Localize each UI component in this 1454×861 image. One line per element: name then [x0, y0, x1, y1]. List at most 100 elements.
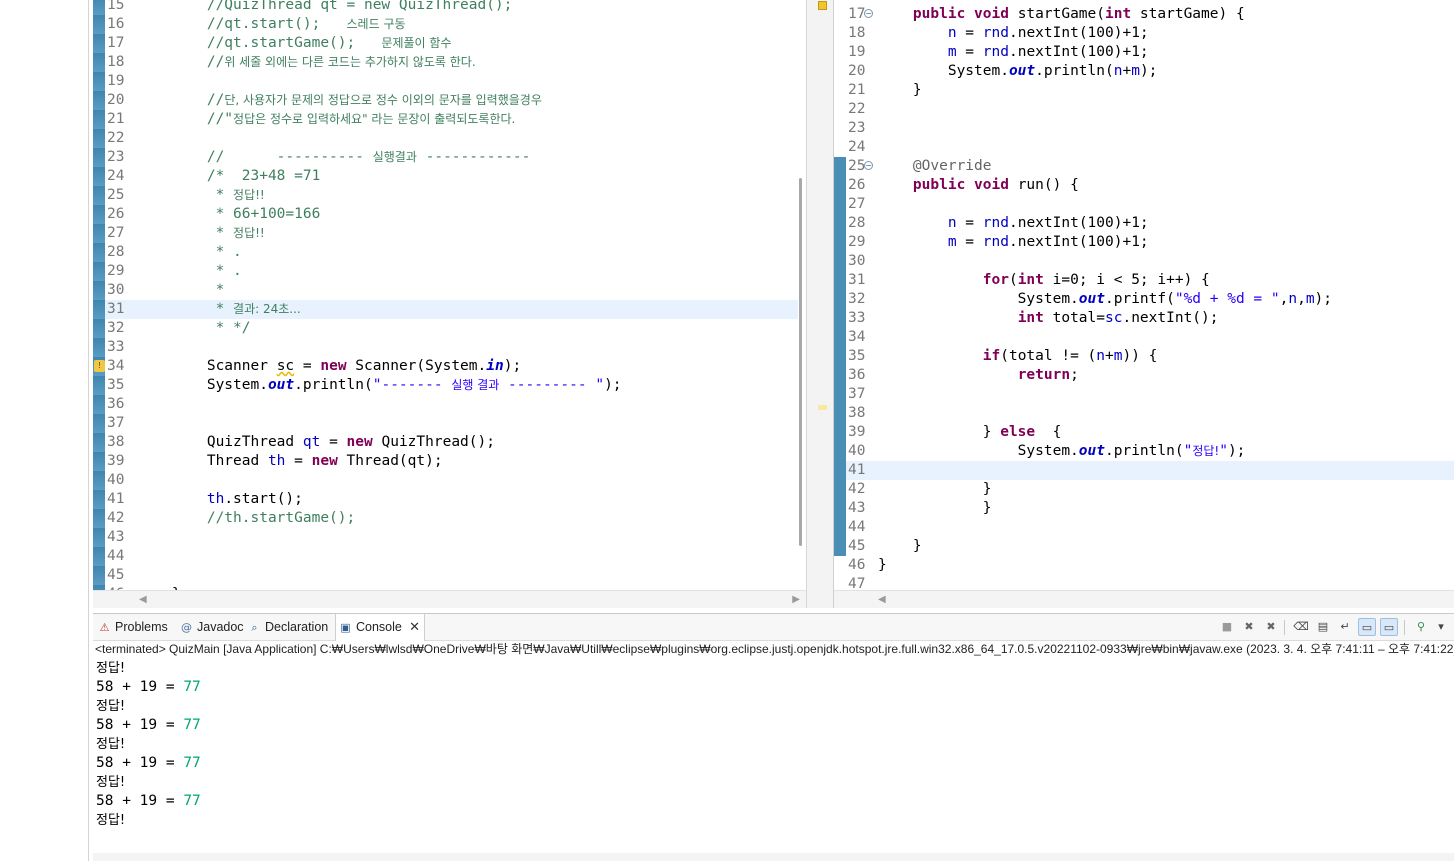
code-line[interactable]: 44 — [93, 547, 806, 566]
code-text[interactable]: } — [878, 537, 922, 556]
code-text[interactable]: //QuizThread qt = new QuizThread(); — [137, 0, 513, 15]
fold-collapse-icon[interactable]: − — [864, 9, 873, 18]
code-text[interactable]: * — [137, 281, 225, 300]
warning-icon[interactable]: ! — [94, 360, 105, 372]
editor-left-horizontal-scrollbar[interactable]: ◀ ▶ — [93, 590, 806, 608]
console-output[interactable]: 정답! 58 + 19 = 77 정답! 58 + 19 = 77 정답! 58 + 19… — [96, 659, 1446, 830]
code-line[interactable]: 42 } — [834, 480, 1454, 499]
editor-left-scroll-thumb[interactable] — [799, 178, 802, 546]
console-horizontal-scrollbar[interactable] — [93, 853, 1454, 861]
code-text[interactable]: * */ — [137, 319, 251, 338]
code-line[interactable]: 41 — [834, 461, 1454, 480]
code-line[interactable]: 38 QuizThread qt = new QuizThread(); — [93, 433, 806, 452]
code-text[interactable]: //단, 사용자가 문제의 정답으로 정수 이외의 문자를 입력했을경우 — [137, 91, 542, 110]
code-line[interactable]: 36 return; — [834, 366, 1454, 385]
scroll-lock-icon[interactable]: ▤ — [1314, 618, 1332, 636]
code-text[interactable]: return; — [878, 366, 1079, 385]
code-line[interactable]: 20 System.out.println(n+m); — [834, 62, 1454, 81]
code-text[interactable]: * 결과: 24초... — [137, 300, 301, 319]
code-line[interactable]: 46} — [834, 556, 1454, 575]
tab-console[interactable]: ▣ Console ✕ — [335, 614, 425, 641]
code-text[interactable]: n = rnd.nextInt(100)+1; — [878, 24, 1149, 43]
code-text[interactable]: * . — [137, 243, 242, 262]
terminate-icon[interactable]: ■ — [1218, 618, 1236, 636]
code-text[interactable]: System.out.println(n+m); — [878, 62, 1158, 81]
code-line[interactable]: 34 — [834, 328, 1454, 347]
code-text[interactable]: //th.startGame(); — [137, 509, 355, 528]
code-text[interactable]: public void run() { — [878, 176, 1079, 195]
tab-problems[interactable]: ⚠ Problems — [95, 614, 175, 641]
code-text[interactable]: System.out.printf("%d + %d = ",n,m); — [878, 290, 1332, 309]
code-text[interactable]: * 정답!! — [137, 186, 265, 205]
code-text[interactable]: //qt.start(); 스레드 구동 — [137, 15, 406, 34]
code-line[interactable]: 44 — [834, 518, 1454, 537]
warning-overview-marker[interactable] — [818, 1, 827, 10]
code-line[interactable]: 18 //위 세줄 외에는 다른 코드는 추가하지 않도록 한다. — [93, 53, 806, 72]
code-text[interactable]: } — [878, 81, 922, 100]
code-text[interactable]: n = rnd.nextInt(100)+1; — [878, 214, 1149, 233]
code-text[interactable]: } — [878, 480, 992, 499]
code-line[interactable]: 20 //단, 사용자가 문제의 정답으로 정수 이외의 문자를 입력했을경우 — [93, 91, 806, 110]
code-line[interactable]: 30 — [834, 252, 1454, 271]
word-wrap-icon[interactable]: ↵ — [1336, 618, 1354, 636]
code-line[interactable]: 25− @Override — [834, 157, 1454, 176]
code-line[interactable]: 24 — [834, 138, 1454, 157]
code-text[interactable]: } — [878, 556, 887, 575]
code-line[interactable]: 25 * 정답!! — [93, 186, 806, 205]
code-line[interactable]: 23 — [834, 119, 1454, 138]
scroll-left-arrow-icon[interactable]: ◀ — [878, 594, 886, 605]
code-text[interactable]: Scanner sc = new Scanner(System.in); — [137, 357, 521, 376]
tab-javadoc[interactable]: @ Javadoc — [177, 614, 244, 641]
code-text[interactable]: // ---------- 실행결과 ------------ — [137, 148, 531, 167]
code-line[interactable]: 17 //qt.startGame(); 문제풀이 함수 — [93, 34, 806, 53]
code-text[interactable]: * 정답!! — [137, 224, 265, 243]
code-text[interactable]: if(total != (n+m)) { — [878, 347, 1158, 366]
pin-console-icon[interactable]: ⚲ — [1412, 618, 1430, 636]
remove-launch-icon[interactable]: ✖ — [1240, 618, 1258, 636]
code-area-left[interactable]: 15 //QuizThread qt = new QuizThread(); 16… — [93, 0, 806, 590]
code-line[interactable]: 16 //qt.start(); 스레드 구동 — [93, 15, 806, 34]
code-text[interactable]: /* 23+48 =71 — [137, 167, 321, 186]
code-line[interactable]: 19 — [93, 72, 806, 91]
code-area-right[interactable]: 17− public void startGame(int startGame)… — [834, 0, 1454, 590]
code-line[interactable]: 43 } — [834, 499, 1454, 518]
scroll-left-arrow-icon[interactable]: ◀ — [139, 594, 147, 605]
code-line[interactable]: 32 * */ — [93, 319, 806, 338]
code-line[interactable]: 31 for(int i=0; i < 5; i++) { — [834, 271, 1454, 290]
code-line[interactable]: 21 //"정답은 정수로 입력하세요" 라는 문장이 출력되도록한다. — [93, 110, 806, 129]
code-line[interactable]: 42 //th.startGame(); — [93, 509, 806, 528]
show-console-on-error-icon[interactable]: ▭ — [1380, 618, 1398, 636]
remove-all-terminated-icon[interactable]: ✖ — [1262, 618, 1280, 636]
code-line[interactable]: 21 } — [834, 81, 1454, 100]
code-text[interactable]: @Override — [878, 157, 992, 176]
fold-collapse-icon[interactable]: − — [864, 161, 873, 170]
clear-console-icon[interactable]: ⌫ — [1292, 618, 1310, 636]
code-text[interactable]: //"정답은 정수로 입력하세요" 라는 문장이 출력되도록한다. — [137, 110, 516, 129]
code-text[interactable]: System.out.println("정답!"); — [878, 442, 1246, 461]
code-line[interactable]: 37 — [93, 414, 806, 433]
code-line[interactable]: 39 } else { — [834, 423, 1454, 442]
code-line[interactable]: 17− public void startGame(int startGame)… — [834, 5, 1454, 24]
code-line[interactable]: 29 m = rnd.nextInt(100)+1; — [834, 233, 1454, 252]
code-line[interactable]: 19 m = rnd.nextInt(100)+1; — [834, 43, 1454, 62]
code-text[interactable]: m = rnd.nextInt(100)+1; — [878, 43, 1149, 62]
code-line[interactable]: 35 if(total != (n+m)) { — [834, 347, 1454, 366]
code-line[interactable]: 18 n = rnd.nextInt(100)+1; — [834, 24, 1454, 43]
editor-quizthread[interactable]: 17− public void startGame(int startGame)… — [833, 0, 1454, 608]
code-text[interactable]: th.start(); — [137, 490, 303, 509]
display-selected-console-icon[interactable]: ▾ — [1432, 618, 1450, 636]
code-text[interactable]: int total=sc.nextInt(); — [878, 309, 1219, 328]
code-line[interactable]: ! 34 Scanner sc = new Scanner(System.in); — [93, 357, 806, 376]
code-line[interactable]: 26 public void run() { — [834, 176, 1454, 195]
code-line[interactable]: 35 System.out.println("------- 실행 결과 ---… — [93, 376, 806, 395]
code-line[interactable]: 28 * . — [93, 243, 806, 262]
code-text[interactable]: Thread th = new Thread(qt); — [137, 452, 443, 471]
code-line[interactable]: 36 — [93, 395, 806, 414]
code-text[interactable]: public void startGame(int startGame) { — [878, 5, 1245, 24]
code-line[interactable]: 45 } — [834, 537, 1454, 556]
code-line[interactable]: 40 System.out.println("정답!"); — [834, 442, 1454, 461]
code-line[interactable]: 47 — [834, 575, 1454, 590]
editor-left-vertical-scrollbar[interactable] — [798, 0, 806, 590]
show-console-on-output-icon[interactable]: ▭ — [1358, 618, 1376, 636]
code-text[interactable]: //qt.startGame(); 문제풀이 함수 — [137, 34, 452, 53]
